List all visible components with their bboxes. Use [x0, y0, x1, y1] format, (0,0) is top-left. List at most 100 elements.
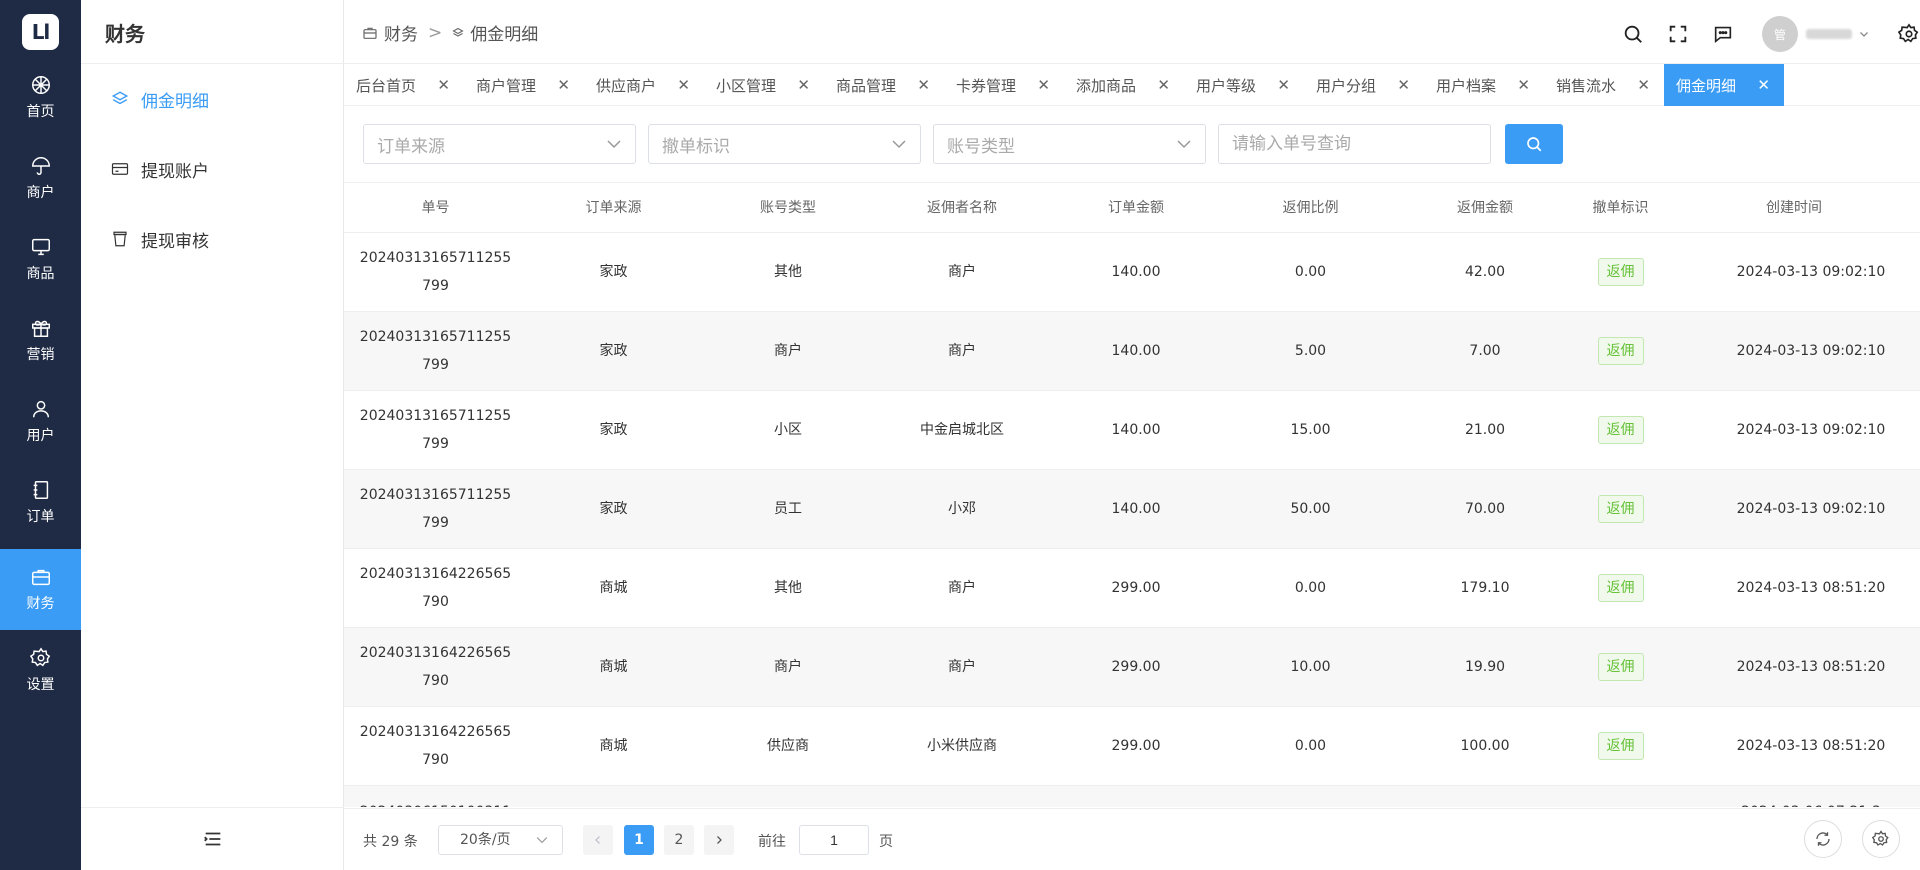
- close-icon[interactable]: ✕: [797, 76, 810, 94]
- order-source-select[interactable]: 订单来源: [363, 124, 636, 164]
- table-row[interactable]: 20240313165711255799 家政 其他 商户 140.00 0.0…: [344, 233, 1920, 312]
- sub-nav-panel: 财务 佣金明细 提现账户 提现审核: [81, 0, 344, 870]
- status-badge: 返佣: [1597, 732, 1644, 760]
- table-row[interactable]: 20240313165711255799 家政 小区 中金启城北区 140.00…: [344, 391, 1920, 470]
- page-tabs: 后台首页 ✕ 商户管理 ✕ 供应商户 ✕ 小区管理 ✕ 商品管理 ✕ 卡券管理 ✕ 添加商品…: [344, 64, 1920, 106]
- avatar[interactable]: 管: [1762, 16, 1798, 52]
- menu-item-commission-detail[interactable]: 佣金明细: [81, 79, 344, 119]
- cancel-flag-select[interactable]: 撤单标识: [648, 124, 921, 164]
- close-icon[interactable]: ✕: [437, 76, 450, 94]
- status-badge: 返佣: [1597, 258, 1644, 286]
- goto-label: 前往: [758, 834, 786, 850]
- tab-user-profile[interactable]: 用户档案 ✕: [1424, 64, 1544, 106]
- rail-item-order[interactable]: 订单: [0, 462, 81, 543]
- tab-user-level[interactable]: 用户等级 ✕: [1184, 64, 1304, 106]
- table-settings-button[interactable]: [1862, 820, 1900, 858]
- next-page-button[interactable]: [704, 825, 734, 855]
- menu-item-withdraw-review[interactable]: 提现审核: [81, 219, 344, 259]
- chevron-down-icon[interactable]: [1858, 28, 1870, 40]
- rail-item-user[interactable]: 用户: [0, 381, 81, 462]
- gear-icon[interactable]: [1898, 23, 1920, 45]
- username-blurred[interactable]: [1806, 29, 1852, 39]
- search-button[interactable]: [1505, 124, 1563, 164]
- fullscreen-icon[interactable]: [1667, 23, 1689, 45]
- table-row[interactable]: 20240313164226565790 商城 商户 商户 299.00 10.…: [344, 628, 1920, 707]
- tab-community[interactable]: 小区管理 ✕: [704, 64, 824, 106]
- tab-merchant-manage[interactable]: 商户管理 ✕: [464, 64, 584, 106]
- close-icon[interactable]: ✕: [1517, 76, 1530, 94]
- commission-table: 单号 订单来源 账号类型 返佣者名称 订单金额 返佣比例 返佣金额 撤单标识 创…: [344, 182, 1920, 807]
- table-row[interactable]: 20240313164226565790 商城 供应商 小米供应商 299.00…: [344, 707, 1920, 786]
- close-icon[interactable]: ✕: [557, 76, 570, 94]
- card-icon: [111, 163, 129, 175]
- tab-home[interactable]: 后台首页 ✕: [344, 64, 464, 106]
- gear-icon: [29, 647, 50, 667]
- rail-item-finance[interactable]: 财务: [0, 549, 81, 630]
- rail-item-merchant[interactable]: 商户: [0, 138, 81, 219]
- goto-page-input[interactable]: [799, 825, 869, 855]
- tab-supplier[interactable]: 供应商户 ✕: [584, 64, 704, 106]
- page-button-2[interactable]: 2: [664, 825, 694, 855]
- notebook-icon: [33, 481, 48, 499]
- table-row[interactable]: 20240313165711255799 家政 商户 商户 140.00 5.0…: [344, 312, 1920, 391]
- chevron-down-icon: [1177, 140, 1191, 149]
- chevron-left-icon: [595, 836, 600, 844]
- collapse-menu-icon[interactable]: [202, 828, 224, 850]
- breadcrumb: 财务 > 佣金明细: [362, 20, 538, 45]
- close-icon[interactable]: ✕: [1397, 76, 1410, 94]
- close-icon[interactable]: ✕: [917, 76, 930, 94]
- menu-item-withdraw-account[interactable]: 提现账户: [81, 149, 344, 189]
- chevron-right-icon: [717, 836, 722, 844]
- col-cancel-flag: 撤单标识: [1592, 199, 1649, 216]
- refresh-button[interactable]: [1804, 820, 1842, 858]
- tab-sales-flow[interactable]: 销售流水 ✕: [1544, 64, 1664, 106]
- main-nav-rail: Ll 首页 商户 商品 营销 用户 订单 财务 设置: [0, 0, 81, 870]
- close-icon[interactable]: ✕: [1757, 76, 1770, 94]
- tab-commission-detail[interactable]: 佣金明细 ✕: [1664, 64, 1784, 106]
- table-row[interactable]: 20240306150100311 2024-03-06 07:21:3: [344, 786, 1920, 807]
- prev-page-button[interactable]: [583, 825, 613, 855]
- message-icon[interactable]: [1712, 23, 1734, 45]
- gear-icon: [1872, 830, 1889, 846]
- rail-item-goods[interactable]: 商品: [0, 219, 81, 300]
- layers-icon: [111, 91, 129, 105]
- page-button-1[interactable]: 1: [624, 825, 654, 855]
- pagination-bar: 共 29 条 20条/页 1 2 前往 页: [344, 808, 1920, 870]
- umbrella-icon: [31, 157, 50, 175]
- tab-goods-manage[interactable]: 商品管理 ✕: [824, 64, 944, 106]
- rail-item-settings[interactable]: 设置: [0, 630, 81, 711]
- tab-coupon-manage[interactable]: 卡券管理 ✕: [944, 64, 1064, 106]
- dashboard-icon: [31, 76, 50, 94]
- account-type-select[interactable]: 账号类型: [933, 124, 1206, 164]
- breadcrumb-item-finance[interactable]: 财务: [384, 20, 418, 45]
- search-icon: [1527, 137, 1542, 152]
- col-created-time: 创建时间: [1766, 199, 1822, 216]
- user-icon: [32, 400, 49, 418]
- table-header: 单号 订单来源 账号类型 返佣者名称 订单金额 返佣比例 返佣金额 撤单标识 创…: [344, 183, 1920, 233]
- close-icon[interactable]: ✕: [1277, 76, 1290, 94]
- order-no-search-input[interactable]: [1218, 124, 1491, 164]
- close-icon[interactable]: ✕: [1037, 76, 1050, 94]
- status-badge: 返佣: [1597, 416, 1644, 444]
- status-badge: 返佣: [1597, 574, 1644, 602]
- tab-add-goods[interactable]: 添加商品 ✕: [1064, 64, 1184, 106]
- col-rebate-ratio: 返佣比例: [1282, 199, 1339, 216]
- briefcase-icon: [31, 569, 50, 586]
- col-rebate-amount: 返佣金额: [1457, 199, 1513, 216]
- chevron-down-icon: [892, 140, 906, 149]
- page-size-select[interactable]: 20条/页: [438, 825, 563, 855]
- status-badge: 返佣: [1597, 653, 1644, 681]
- app-logo[interactable]: Ll: [22, 14, 59, 50]
- chevron-down-icon: [607, 140, 621, 149]
- table-row[interactable]: 20240313165711255799 家政 员工 小邓 140.00 50.…: [344, 470, 1920, 549]
- close-icon[interactable]: ✕: [1637, 76, 1650, 94]
- table-row[interactable]: 20240313164226565790 商城 其他 商户 299.00 0.0…: [344, 549, 1920, 628]
- col-order-source: 订单来源: [585, 199, 642, 216]
- rail-item-home[interactable]: 首页: [0, 57, 81, 138]
- close-icon[interactable]: ✕: [1157, 76, 1170, 94]
- close-icon[interactable]: ✕: [677, 76, 690, 94]
- rail-item-marketing[interactable]: 营销: [0, 300, 81, 381]
- refresh-icon: [1816, 832, 1830, 846]
- tab-user-group[interactable]: 用户分组 ✕: [1304, 64, 1424, 106]
- search-icon[interactable]: [1622, 23, 1644, 45]
